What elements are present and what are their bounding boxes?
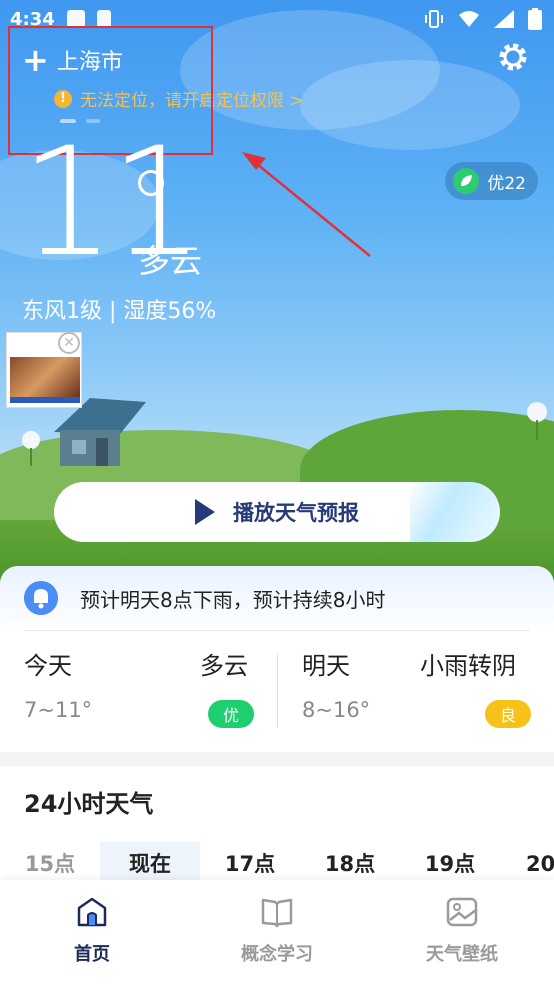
wallpaper-icon: [446, 897, 478, 927]
book-icon: [261, 898, 293, 928]
hour-item[interactable]: 20点: [500, 842, 554, 884]
hour-item[interactable]: 15点: [0, 842, 100, 884]
tab-home[interactable]: 首页: [22, 896, 162, 966]
ad-bar: [10, 397, 80, 403]
button-shine: [410, 482, 500, 542]
leaf-icon: [453, 168, 480, 194]
tab-wallpaper[interactable]: 天气壁纸: [392, 896, 532, 966]
divider: [24, 630, 530, 631]
today-aqi-badge: 优: [208, 700, 254, 728]
tab-learn[interactable]: 概念学习: [207, 896, 347, 966]
divider: [277, 654, 278, 728]
tomorrow-aqi-badge: 良: [485, 700, 531, 728]
today-label: 今天: [24, 652, 72, 680]
hour-item[interactable]: 17点: [200, 842, 300, 884]
current-condition: 多云: [138, 242, 203, 280]
bell-icon: [24, 581, 58, 615]
ad-close-icon[interactable]: ✕: [58, 332, 80, 354]
flower-icon: [527, 402, 547, 440]
aqi-badge[interactable]: 优22: [445, 162, 538, 200]
tomorrow-condition: 小雨转阴: [420, 652, 516, 680]
rain-alert-text: 预计明天8点下雨，预计持续8小时: [80, 587, 386, 612]
forecast-card: 预计明天8点下雨，预计持续8小时 今天 多云 7~11° 优 明天 小雨转阴 8…: [0, 566, 554, 752]
ad-image: [10, 357, 80, 397]
hour-item[interactable]: 19点: [400, 842, 500, 884]
bottom-tab-bar: 首页 概念学习 天气壁纸: [0, 880, 554, 984]
tab-home-label: 首页: [74, 944, 110, 965]
wind-humidity: 东风1级 | 湿度56%: [22, 299, 217, 324]
settings-gear-icon[interactable]: [496, 40, 530, 74]
hourly-title: 24小时天气: [24, 790, 154, 818]
today-condition: 多云: [200, 652, 248, 680]
play-icon: [195, 499, 215, 525]
tab-wallpaper-label: 天气壁纸: [426, 944, 498, 965]
rain-alert[interactable]: 预计明天8点下雨，预计持续8小时: [0, 566, 554, 630]
degree-symbol: [138, 170, 164, 196]
aqi-value: 优22: [487, 173, 526, 194]
tomorrow-label: 明天: [302, 652, 350, 680]
hour-item[interactable]: 18点: [300, 842, 400, 884]
play-forecast-button[interactable]: 播放天气预报: [54, 482, 500, 542]
flower-icon: [22, 431, 40, 466]
play-forecast-label: 播放天气预报: [233, 501, 359, 525]
hourly-strip[interactable]: 15点 现在 17点 18点 19点 20点: [0, 842, 554, 884]
today-range: 7~11°: [24, 698, 93, 722]
home-icon: [77, 897, 107, 927]
tomorrow-range: 8~16°: [302, 698, 371, 722]
hour-item-now[interactable]: 现在: [100, 842, 200, 884]
hourly-section: 24小时天气 15点 现在 17点 18点 19点 20点: [0, 766, 554, 884]
tab-learn-label: 概念学习: [241, 944, 313, 965]
